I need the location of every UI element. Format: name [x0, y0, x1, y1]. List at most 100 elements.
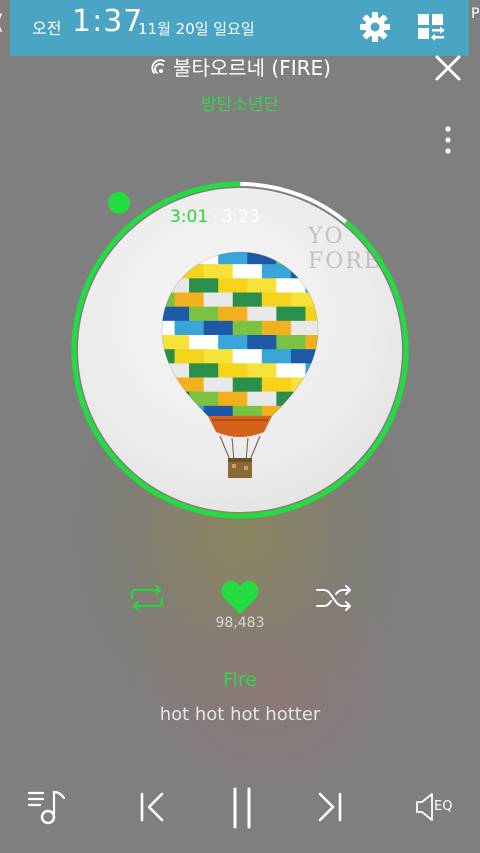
balloon-tile — [162, 377, 176, 393]
balloon-tile — [203, 349, 219, 364]
balloon-tile — [174, 264, 190, 279]
balloon-tile — [189, 335, 205, 350]
balloon-tile — [174, 252, 190, 265]
balloon-tile — [261, 292, 277, 308]
heart-icon[interactable] — [220, 580, 260, 616]
status-date: 11월 20일 일요일 — [138, 20, 255, 38]
lyric-current[interactable]: Fire — [140, 669, 340, 691]
balloon-tile — [232, 264, 248, 279]
balloon-tile — [305, 377, 318, 393]
balloon-tile — [305, 391, 318, 407]
skip-previous-icon[interactable] — [136, 790, 168, 824]
hot-air-balloon-image — [160, 250, 320, 482]
pause-icon[interactable] — [228, 786, 256, 830]
balloon-tile — [247, 278, 263, 293]
balloon-tile — [203, 320, 219, 336]
edge-glyph-left: ( — [0, 10, 6, 34]
balloon-tile — [189, 264, 205, 279]
balloon-tile — [189, 320, 205, 336]
balloon-tile — [174, 363, 190, 378]
broadcast-icon — [149, 57, 169, 77]
more-vertical-icon[interactable] — [436, 122, 460, 158]
balloon-tile — [218, 306, 234, 322]
balloon-tile — [290, 363, 306, 378]
balloon-tile — [218, 391, 234, 407]
playback-time: 3:01 · 3:23 — [170, 207, 310, 231]
balloon-tile — [203, 363, 219, 378]
status-clock: 1:37 — [72, 4, 144, 39]
lyric-next[interactable]: hot hot hot hotter — [100, 704, 380, 725]
shuffle-icon[interactable] — [314, 584, 354, 612]
balloon-tile — [290, 252, 306, 265]
balloon-tile — [218, 320, 234, 336]
balloon-tile — [290, 292, 306, 308]
balloon-tile — [189, 252, 205, 265]
balloon-tile — [261, 335, 277, 350]
balloon-tile — [218, 349, 234, 364]
balloon-tile — [162, 405, 176, 416]
balloon-tile — [174, 320, 190, 336]
balloon-tile — [232, 306, 248, 322]
status-ampm: 오전 — [32, 19, 62, 38]
balloon-tile — [203, 306, 219, 322]
close-icon[interactable] — [430, 50, 466, 86]
balloon-tile — [232, 292, 248, 308]
balloon-tile — [232, 363, 248, 378]
balloon-tile — [276, 320, 292, 336]
balloon-tile — [203, 278, 219, 293]
balloon-tile — [290, 391, 306, 407]
artist-name[interactable]: 방탄소년단 — [140, 90, 340, 115]
balloon-tile — [247, 335, 263, 350]
balloon-tile — [276, 349, 292, 364]
balloon-tile — [218, 278, 234, 293]
balloon-tile — [218, 292, 234, 308]
skip-next-icon[interactable] — [314, 790, 346, 824]
balloon-tile — [174, 377, 190, 393]
balloon-tile — [189, 363, 205, 378]
balloon-tile — [162, 264, 176, 279]
song-title: 불타오르네 (FIRE) — [173, 56, 331, 80]
balloon-tile — [290, 320, 306, 336]
repeat-icon[interactable] — [128, 584, 166, 612]
balloon-tile — [174, 349, 190, 364]
balloon-tile — [218, 377, 234, 393]
grid-swap-icon[interactable] — [414, 10, 448, 44]
music-player-screen: 오전 1:37 11월 20일 일요일 P 불타오르네 (FIRE) 방탄소년단… — [0, 0, 480, 853]
balloon-tile — [290, 377, 306, 393]
balloon-tile — [247, 349, 263, 364]
balloon-tile — [276, 363, 292, 378]
balloon-tile — [232, 278, 248, 293]
balloon-tile — [305, 264, 318, 279]
balloon-tile — [247, 292, 263, 308]
balloon-tile — [203, 292, 219, 308]
total-time: 3:23 — [221, 207, 260, 227]
balloon-tile — [261, 278, 277, 293]
balloon-tile — [290, 349, 306, 364]
balloon-tile — [174, 335, 190, 350]
balloon-tile — [276, 377, 292, 393]
balloon-tile — [261, 320, 277, 336]
balloon-tile — [276, 306, 292, 322]
balloon-tile — [189, 292, 205, 308]
equalizer-icon[interactable]: EQ — [414, 790, 460, 824]
balloon-tile — [189, 306, 205, 322]
balloon-tile — [218, 335, 234, 350]
balloon-tile — [162, 252, 176, 265]
edge-glyph-right: P — [471, 6, 480, 22]
progress-knob[interactable] — [108, 192, 130, 214]
balloon-tile — [305, 349, 318, 364]
balloon-tile — [276, 278, 292, 293]
song-title-row: 불타오르네 (FIRE) — [110, 52, 370, 82]
balloon-tile — [247, 391, 263, 407]
balloon-tile — [232, 320, 248, 336]
balloon-tile — [232, 377, 248, 393]
gear-icon[interactable] — [358, 10, 392, 44]
balloon-tile — [203, 335, 219, 350]
balloon-tile — [261, 363, 277, 378]
status-bar: 오전 1:37 11월 20일 일요일 — [10, 0, 469, 56]
balloon-tile — [305, 252, 318, 265]
balloon-tile — [232, 335, 248, 350]
playlist-icon[interactable] — [26, 788, 68, 826]
time-separator: · — [212, 207, 218, 227]
like-count: 98,483 — [215, 615, 265, 631]
